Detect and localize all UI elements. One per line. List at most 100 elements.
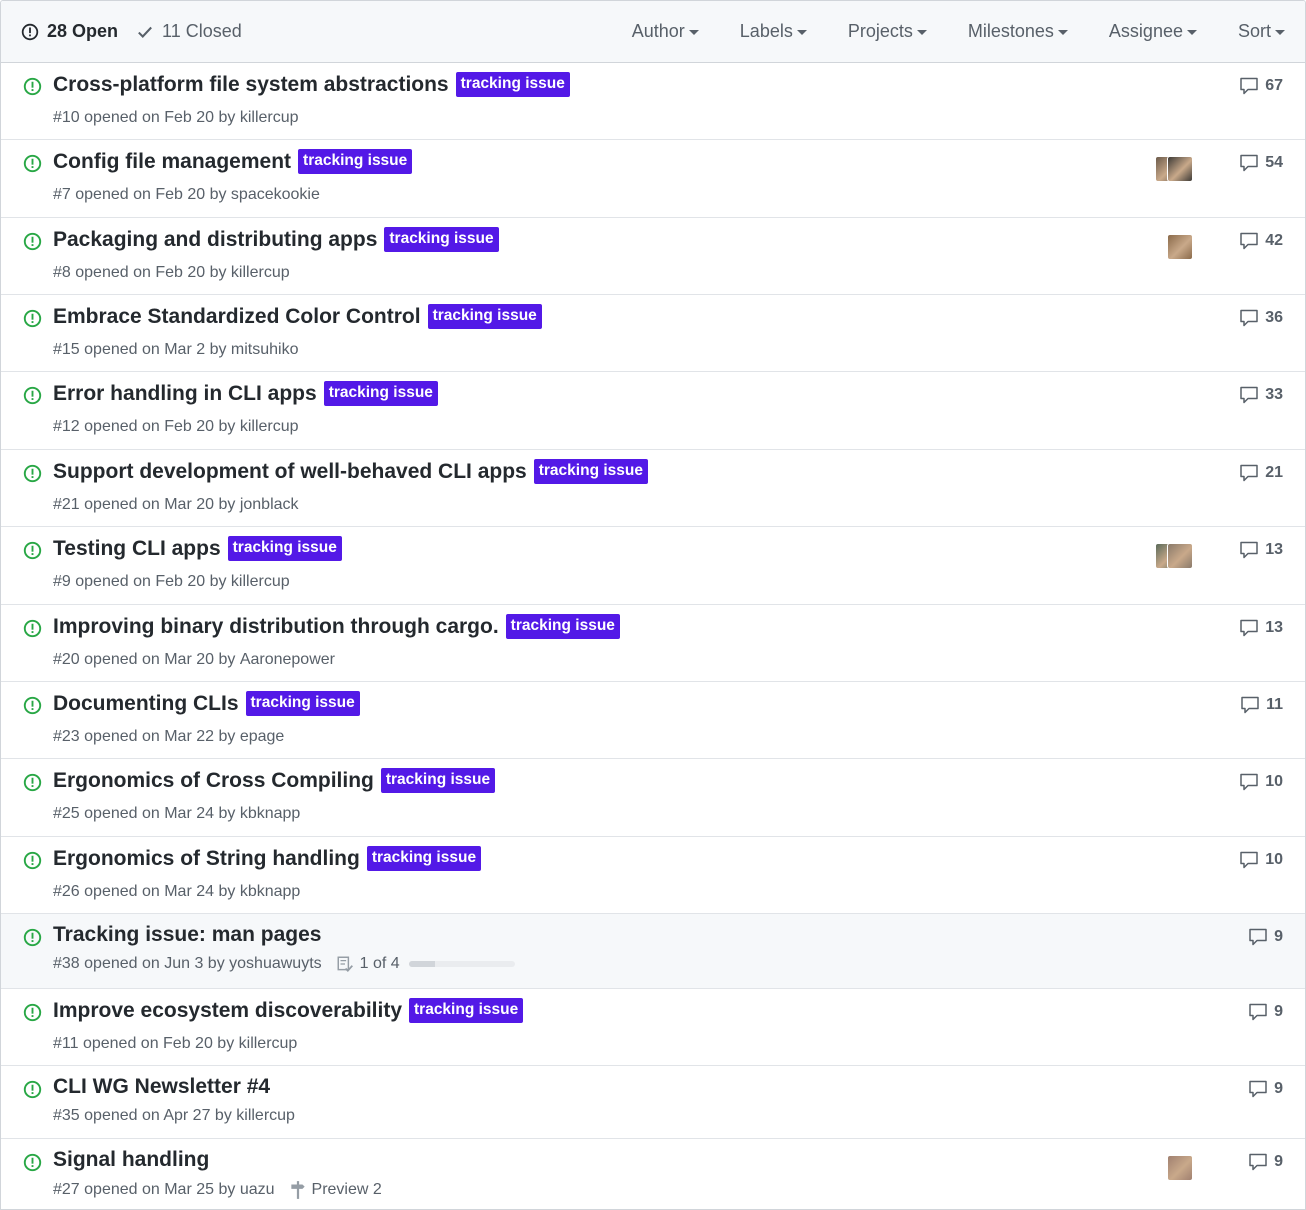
issue-row[interactable]: Cross-platform file system abstractions t… [1,63,1305,140]
issue-row[interactable]: Testing CLI apps tracking issue #9 opened … [1,527,1305,605]
comment-count-link[interactable]: 9 [1248,1153,1283,1171]
issue-opened-icon [23,773,42,792]
issue-milestone[interactable]: Preview 2 [289,1180,382,1200]
issue-author-link[interactable]: kbknapp [240,805,301,823]
issue-title-link[interactable]: Improve ecosystem discoverability [53,999,402,1023]
issue-row[interactable]: Packaging and distributing apps tracking … [1,218,1305,295]
tracking-issue-label[interactable]: tracking issue [427,304,542,329]
caret-down-icon [1057,30,1068,35]
issue-title-link[interactable]: Improving binary distribution through ca… [53,615,499,639]
issue-row[interactable]: Config file management tracking issue #7 o… [1,140,1305,218]
issue-title-link[interactable]: Ergonomics of String handling [53,847,360,871]
issue-status [23,232,42,256]
tracking-issue-label[interactable]: tracking issue [533,459,648,484]
issue-author-link[interactable]: killercup [231,264,290,282]
tracking-issue-label[interactable]: tracking issue [384,227,499,252]
assignee-avatars [1167,234,1193,260]
issue-author-link[interactable]: killercup [239,1035,298,1053]
issue-author-link[interactable]: Aaronepower [240,651,335,669]
tracking-issue-label[interactable]: tracking issue [366,846,482,871]
comment-count: 67 [1265,77,1283,94]
issue-title-link[interactable]: Support development of well-behaved CLI … [53,460,527,484]
avatar[interactable] [1167,543,1193,569]
comment-count-link[interactable]: 21 [1239,464,1283,482]
issue-row[interactable]: Tracking issue: man pages #38 opened on J… [1,914,1305,989]
issue-title-link[interactable]: CLI WG Newsletter #4 [53,1075,270,1099]
closed-issues-tab[interactable]: 11 Closed [136,21,242,42]
comment-count-link[interactable]: 9 [1248,928,1283,946]
tracking-issue-label[interactable]: tracking issue [409,998,524,1023]
issue-row[interactable]: Ergonomics of Cross Compiling tracking is… [1,759,1305,837]
avatar[interactable] [1167,156,1193,182]
issue-title-line: Packaging and distributing apps tracking … [53,227,499,252]
comment-count-link[interactable]: 13 [1239,619,1283,637]
issue-title-link[interactable]: Cross-platform file system abstractions [53,73,449,97]
issue-author-link[interactable]: killercup [240,109,299,127]
issue-opened-icon [23,1003,42,1022]
tracking-issue-label[interactable]: tracking issue [455,72,570,97]
issue-title-link[interactable]: Embrace Standardized Color Control [53,305,421,329]
tracking-issue-label[interactable]: tracking issue [245,691,360,716]
avatar[interactable] [1167,234,1193,260]
issue-author-link[interactable]: jonblack [240,496,299,514]
issue-row[interactable]: Support development of well-behaved CLI … [1,450,1305,527]
filter-author[interactable]: Author [632,21,699,42]
comment-count-link[interactable]: 33 [1239,386,1283,404]
tracking-issue-label[interactable]: tracking issue [298,149,413,174]
avatar[interactable] [1167,1155,1193,1181]
caret-down-icon [916,30,927,35]
issue-author-link[interactable]: yoshuawuyts [229,955,322,973]
issue-row[interactable]: Error handling in CLI apps tracking issue… [1,372,1305,450]
issue-row[interactable]: Improving binary distribution through ca… [1,605,1305,682]
open-issues-tab[interactable]: 28 Open [21,21,118,42]
issue-title-link[interactable]: Signal handling [53,1148,209,1172]
issue-author-link[interactable]: killercup [236,1107,295,1125]
issue-author-link[interactable]: spacekookie [231,186,320,204]
comment-count-link[interactable]: 9 [1248,1003,1283,1021]
issue-opened-text: #35 opened on Apr 27 by [53,1107,237,1124]
filter-sort[interactable]: Sort [1238,21,1285,42]
issue-row[interactable]: CLI WG Newsletter #4 #35 opened on Apr 27… [1,1066,1305,1139]
closed-count: 11 Closed [162,21,242,41]
issue-title-link[interactable]: Testing CLI apps [53,537,221,561]
issue-author-link[interactable]: uazu [240,1181,275,1199]
issue-row[interactable]: Documenting CLIs tracking issue #23 opened… [1,682,1305,759]
filter-label: Author [631,21,685,41]
comment-count-link[interactable]: 42 [1239,232,1283,250]
issue-row[interactable]: Signal handling #27 opened on Mar 25 by u… [1,1139,1305,1209]
issue-row[interactable]: Embrace Standardized Color Control tracki… [1,295,1305,372]
tracking-issue-label[interactable]: tracking issue [380,768,496,793]
comment-count: 13 [1265,619,1283,636]
issue-title-link[interactable]: Error handling in CLI apps [53,382,317,406]
issue-row[interactable]: Improve ecosystem discoverability trackin… [1,989,1305,1066]
filter-projects[interactable]: Projects [848,21,927,42]
issue-title-link[interactable]: Tracking issue: man pages [53,923,321,947]
issue-title-link[interactable]: Ergonomics of Cross Compiling [53,769,374,793]
comment-icon [1249,1153,1267,1171]
comment-count-link[interactable]: 13 [1239,541,1283,559]
issue-author-link[interactable]: kbknapp [240,883,301,901]
comment-count-link[interactable]: 10 [1239,851,1283,869]
comment-count-link[interactable]: 54 [1239,154,1283,172]
issue-title-link[interactable]: Documenting CLIs [53,692,239,716]
issue-row[interactable]: Ergonomics of String handling tracking is… [1,837,1305,914]
comment-count-link[interactable]: 9 [1248,1080,1283,1098]
filter-milestones[interactable]: Milestones [968,21,1068,42]
tracking-issue-label[interactable]: tracking issue [227,536,342,561]
issue-author-link[interactable]: mitsuhiko [231,341,299,359]
comment-icon [1249,928,1267,946]
filter-assignee[interactable]: Assignee [1109,21,1197,42]
tracking-issue-label[interactable]: tracking issue [323,381,438,406]
issue-author-link[interactable]: killercup [231,573,290,591]
tracking-issue-label[interactable]: tracking issue [505,614,620,639]
issue-title-link[interactable]: Packaging and distributing apps [53,228,377,252]
task-count: 1 of 4 [359,955,400,972]
comment-count-link[interactable]: 11 [1240,696,1283,714]
issue-author-link[interactable]: killercup [240,418,299,436]
comment-count-link[interactable]: 67 [1239,77,1283,95]
comment-count-link[interactable]: 10 [1239,773,1283,791]
issue-author-link[interactable]: epage [240,728,285,746]
issue-title-link[interactable]: Config file management [53,150,291,174]
filter-labels[interactable]: Labels [740,21,807,42]
comment-count-link[interactable]: 36 [1239,309,1283,327]
